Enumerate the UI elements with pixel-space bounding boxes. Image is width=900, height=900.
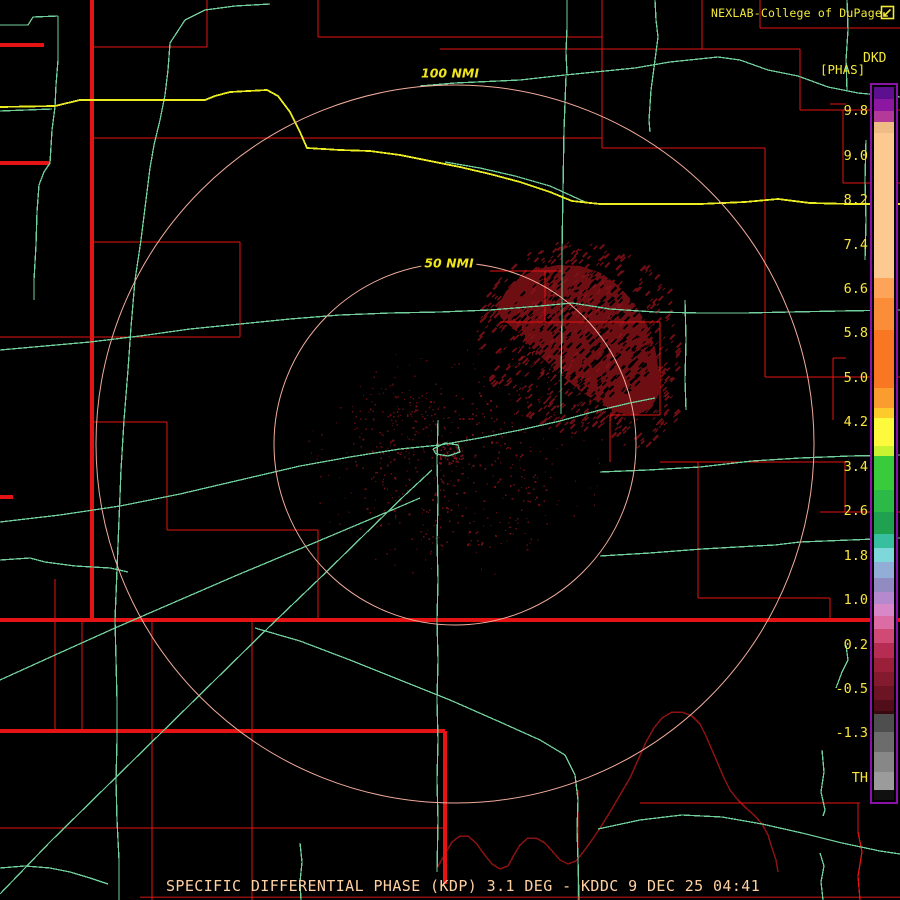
radar-echoes [308,241,683,575]
colorbar-segment [874,732,894,752]
colorbar-segment [874,330,894,388]
colorbar-label: 1.0 [843,592,868,608]
colorbar-segment [874,133,894,278]
colorbar-segment [874,643,894,658]
flag-arrow-icon [880,5,895,20]
colorbar-segment [874,408,894,418]
colorbar-segment [874,87,894,99]
colorbar-segment [874,298,894,330]
colorbar-label: 0.2 [843,637,868,653]
colorbar-segment [874,714,894,732]
colorbar-segment [874,790,894,800]
brand-text: NEXLAB-College of DuPage [711,6,882,20]
colorbar-label: 9.8 [843,103,868,119]
colorbar-segment [874,548,894,562]
colorbar-label: -1.3 [835,725,868,741]
colorbar-segment [874,752,894,772]
product-code-label: DKD [863,51,887,66]
colorbar-segment [874,111,894,122]
colorbar-label: 2.6 [843,503,868,519]
colorbar-segment [874,278,894,298]
colorbar-segment [874,658,894,672]
product-units-label: [PHAS] [820,62,866,77]
colorbar-label: TH [851,770,868,786]
colorbar-segment [874,512,894,534]
colorbar-label: 5.0 [843,370,868,386]
county-lines [0,0,900,900]
colorbar-segment [874,672,894,686]
colorbar-segment [874,629,894,643]
colorbar-segment [874,490,894,512]
colorbar-label: 6.6 [843,281,868,297]
colorbar-segment [874,388,894,408]
status-bar-text: SPECIFIC DIFFERENTIAL PHASE (KDP) 3.1 DE… [166,877,761,895]
colorbar-segment [874,578,894,592]
map-canvas [0,0,900,900]
colorbar-segment [874,562,894,578]
colorbar-label: 9.0 [843,148,868,164]
radar-display: 9.8 9.0 8.2 7.4 6.6 5.8 5.0 4.2 3.4 2.6 1.8 1.0 0.2 -… [0,0,900,900]
range-ring-label-100nmi: 100 NMI [418,65,482,81]
colorbar-segment [874,686,894,700]
colorbar-segment [874,772,894,790]
boundary-lines [0,0,900,884]
colorbar-label: 8.2 [843,192,868,208]
colorbar-segment [874,700,894,711]
colorbar-segment [874,418,894,446]
range-ring-label-50nmi: 50 NMI [421,255,477,271]
colorbar-segment [874,592,894,604]
colorbar-segment [874,122,894,133]
colorbar-label: -0.5 [835,681,868,697]
colorbar-label: 3.4 [843,459,868,475]
colorbar-label: 7.4 [843,237,868,253]
river-lines [140,711,900,898]
colorbar-segment [874,604,894,616]
road-lines-green [0,0,900,900]
colorbar-label: 1.8 [843,548,868,564]
colorbar-segment [874,534,894,548]
colorbar-label: 5.8 [843,325,868,341]
colorbar-label: 4.2 [843,414,868,430]
colorbar-segment [874,446,894,456]
colorbar-segment [874,99,894,111]
colorbar-segment [874,616,894,629]
colorbar-segment [874,456,894,490]
